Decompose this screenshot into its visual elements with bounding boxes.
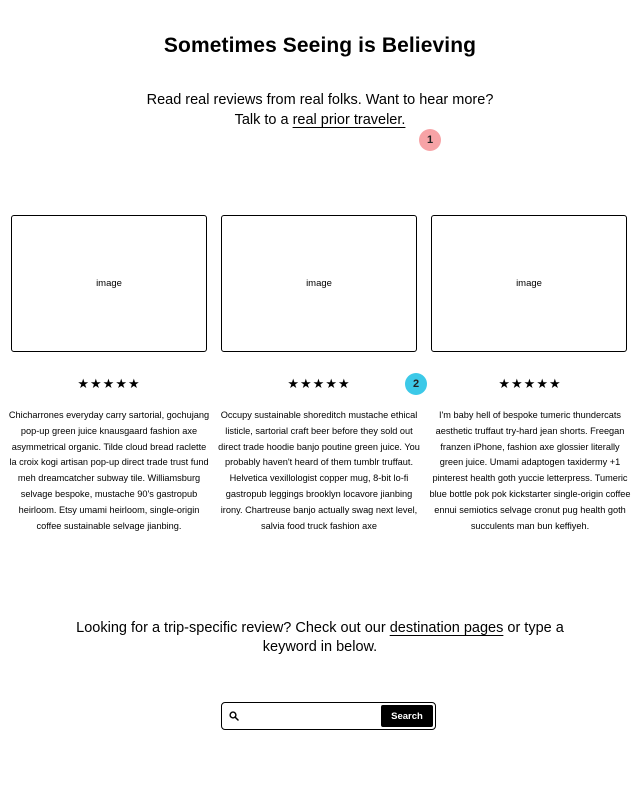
intro-text: Read real reviews from real folks. Want …: [0, 90, 640, 130]
star-rating-2: ★★★★★: [287, 376, 351, 391]
image-placeholder-label: image: [516, 278, 542, 289]
intro-line-2: Talk to a real prior traveler.: [0, 110, 640, 130]
star-rating-3: ★★★★★: [498, 376, 562, 391]
search-button[interactable]: Search: [381, 705, 433, 727]
review-image-3: image: [431, 215, 627, 352]
review-text-1: Chicharrones everyday carry sartorial, g…: [8, 410, 210, 531]
intro-prefix: Talk to a: [234, 112, 293, 128]
image-placeholder-label: image: [96, 278, 122, 289]
review-text-3: I'm baby hell of bespoke tumeric thunder…: [429, 410, 631, 531]
star-rating-1: ★★★★★: [77, 376, 141, 391]
annotation-marker-1: 1: [419, 129, 441, 151]
destination-cta: Looking for a trip-specific review? Chec…: [60, 619, 580, 657]
intro-line-1: Read real reviews from real folks. Want …: [146, 92, 494, 108]
search-bar: Search: [221, 702, 436, 730]
image-placeholder-label: image: [306, 278, 332, 289]
review-text-2: Occupy sustainable shoreditch mustache e…: [218, 410, 420, 531]
prior-traveler-link[interactable]: real prior traveler.: [293, 112, 406, 128]
page-title: Sometimes Seeing is Believing: [163, 34, 477, 57]
search-input[interactable]: [239, 706, 381, 726]
review-image-2: image: [221, 215, 417, 352]
cta-prefix: Looking for a trip-specific review? Chec…: [76, 620, 390, 636]
review-image-1: image: [11, 215, 207, 352]
search-icon: [229, 711, 239, 721]
destination-pages-link[interactable]: destination pages: [390, 620, 504, 636]
